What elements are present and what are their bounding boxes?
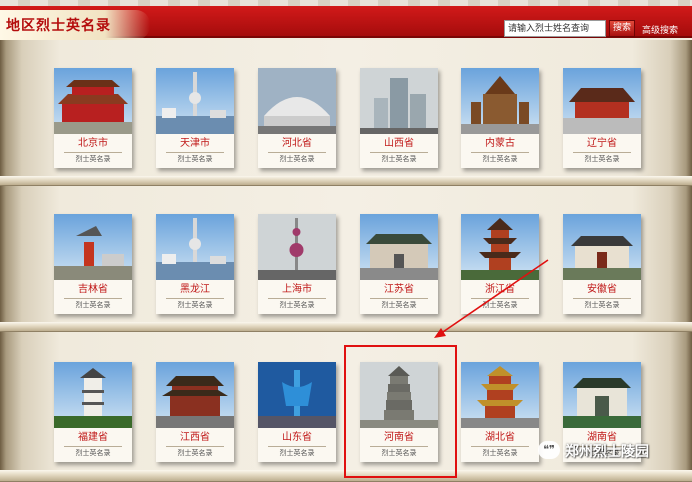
watermark-text: 郑州烈士陵园 bbox=[565, 444, 649, 460]
wechat-icon: ❝❞ bbox=[538, 441, 560, 459]
pointer-arrow bbox=[434, 259, 549, 338]
watermark: ❝❞ 郑州烈士陵园 bbox=[538, 440, 688, 462]
